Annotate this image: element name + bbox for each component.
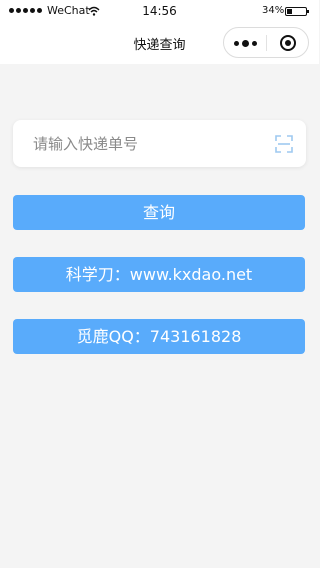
miniprogram-capsule bbox=[223, 27, 309, 58]
nav-bar: 快递查询 bbox=[0, 22, 319, 64]
qq-contact-button[interactable]: 觅鹿QQ：743161828 bbox=[13, 319, 305, 354]
scan-icon[interactable] bbox=[275, 135, 293, 153]
battery-icon bbox=[285, 7, 309, 16]
tracking-number-input[interactable] bbox=[33, 132, 263, 156]
status-bar: WeChat 14:56 34% bbox=[0, 0, 319, 22]
query-button[interactable]: 查询 bbox=[13, 195, 305, 230]
site-link-button[interactable]: 科学刀：www.kxdao.net bbox=[13, 257, 305, 292]
search-card bbox=[13, 120, 306, 167]
capsule-divider bbox=[266, 35, 267, 51]
close-miniprogram-icon[interactable] bbox=[280, 35, 296, 51]
battery-percent: 34% bbox=[262, 5, 285, 16]
more-icon[interactable] bbox=[234, 40, 257, 47]
